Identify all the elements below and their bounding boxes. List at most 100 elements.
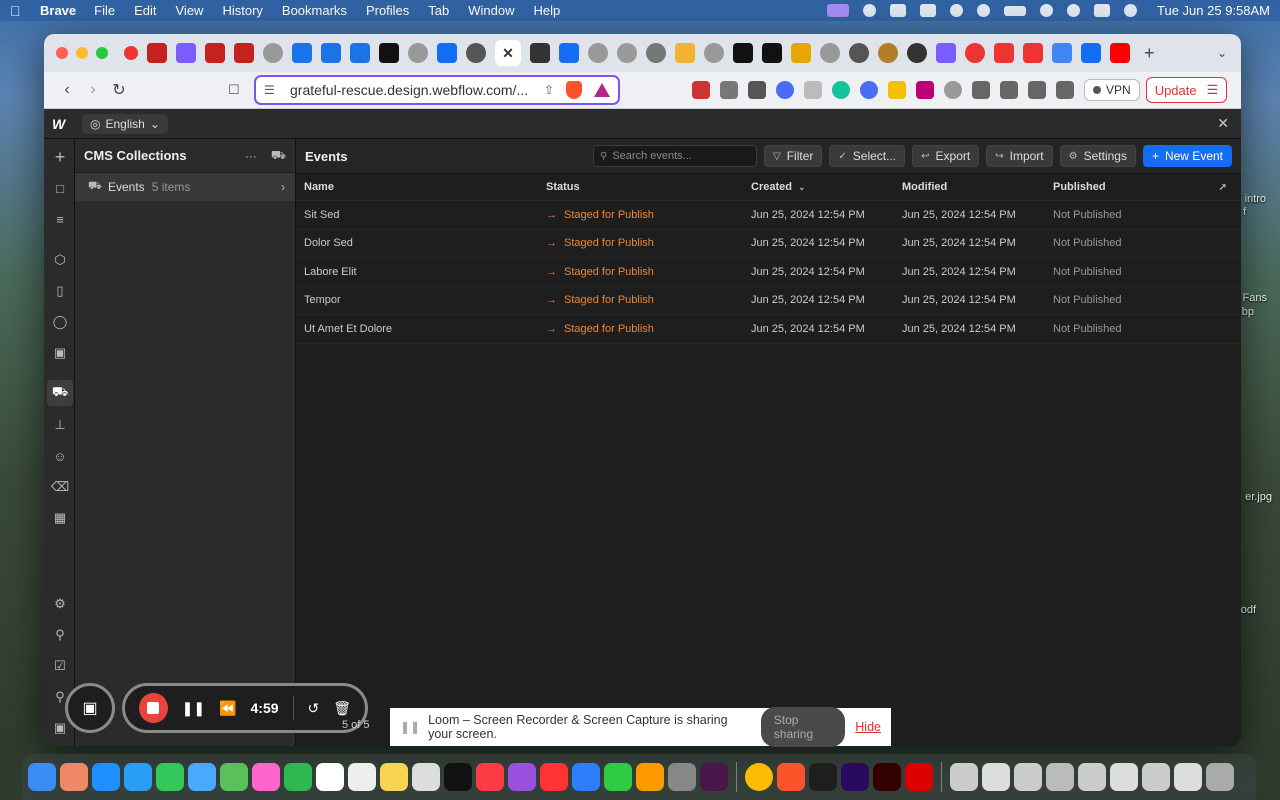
tab-docs-icon[interactable] (1052, 43, 1072, 63)
filter-button[interactable]: ▽ Filter (764, 145, 823, 167)
tab-sk-icon[interactable] (1023, 43, 1043, 63)
logic-icon[interactable]: ⊥ (52, 417, 68, 433)
search-events-box[interactable]: ⚲ (593, 145, 758, 167)
music-icon[interactable] (476, 763, 504, 791)
spotlight-search-icon[interactable] (1067, 4, 1081, 17)
stop-recording-button[interactable] (139, 693, 168, 723)
tab-chatgpt-icon[interactable] (588, 43, 608, 63)
tab-s-icon[interactable] (936, 43, 956, 63)
finder-icon[interactable] (28, 763, 56, 791)
bookmark-icon[interactable]: ☐ (228, 82, 242, 98)
desktop-file-label[interactable]: f (1243, 206, 1246, 218)
extension-icon[interactable] (720, 81, 738, 99)
control-center-icon[interactable] (1094, 4, 1111, 17)
tab-openai-icon[interactable] (646, 43, 666, 63)
close-panel-icon[interactable]: ✕ (1217, 115, 1229, 132)
column-header-created[interactable]: Created ⌄ (751, 181, 902, 193)
export-button[interactable]: ↩ Export (912, 145, 980, 167)
new-event-button[interactable]: + New Event (1142, 145, 1232, 167)
keynote-icon[interactable] (572, 763, 600, 791)
webflow-logo-icon[interactable]: W (52, 116, 70, 132)
system-settings-icon[interactable] (668, 763, 696, 791)
extension-icon[interactable] (748, 81, 766, 99)
close-window-button[interactable] (56, 47, 68, 59)
tab-site-icon[interactable] (965, 43, 985, 63)
settings-icon[interactable]: ⚙ (52, 596, 68, 612)
recent-file-icon[interactable] (982, 763, 1010, 791)
chrome-icon[interactable] (745, 763, 773, 791)
variables-icon[interactable]: ◯ (52, 314, 68, 330)
menu-view[interactable]: View (176, 3, 204, 18)
menu-help[interactable]: Help (534, 3, 561, 18)
apple-tv-icon[interactable] (444, 763, 472, 791)
tab-chatgpt-icon[interactable] (408, 43, 428, 63)
recent-file-icon[interactable] (1110, 763, 1138, 791)
hide-banner-link[interactable]: Hide (855, 720, 881, 734)
wallet-icon[interactable] (1056, 81, 1074, 99)
column-header-name[interactable]: Name (296, 181, 546, 193)
menu-tab[interactable]: Tab (428, 3, 449, 18)
tab-calendar-icon[interactable] (321, 43, 341, 63)
share-icon[interactable]: ⇧ (544, 83, 554, 97)
table-row[interactable]: Sit Sed → Staged for Publish Jun 25, 2024 1… (296, 201, 1241, 230)
photos-icon[interactable] (252, 763, 280, 791)
sidebar-icon[interactable] (1028, 81, 1046, 99)
tab-gmail-icon[interactable] (234, 43, 254, 63)
drag-handle-icon[interactable]: ❚❚ (400, 720, 420, 734)
calendar-icon[interactable] (316, 763, 344, 791)
media-icon[interactable] (1000, 81, 1018, 99)
cell-name[interactable]: Ut Amet Et Dolore (296, 323, 546, 335)
table-row[interactable]: Ut Amet Et Dolore → Staged for Publish Jun … (296, 315, 1241, 344)
pause-icon[interactable]: ❚❚ (182, 700, 205, 717)
tab-webflow-icon[interactable] (559, 43, 579, 63)
illustrator-icon[interactable] (873, 763, 901, 791)
tab-notion-icon[interactable] (733, 43, 753, 63)
extension-icon[interactable] (944, 81, 962, 99)
podcasts-icon[interactable] (508, 763, 536, 791)
users-icon[interactable]: ☺ (52, 448, 68, 464)
tab-globe-icon[interactable] (466, 43, 486, 63)
tab-chatgpt-icon[interactable] (617, 43, 637, 63)
checklist-icon[interactable]: ☑ (52, 658, 68, 674)
stop-sharing-button[interactable]: Stop sharing (760, 707, 846, 747)
cell-name[interactable]: Labore Elit (296, 266, 546, 278)
loom-camera-button[interactable]: ▣ (65, 683, 115, 733)
menubar-clock[interactable]: Tue Jun 25 9:58AM (1157, 3, 1270, 18)
messages-icon[interactable] (156, 763, 184, 791)
tab-calendar-icon[interactable] (350, 43, 370, 63)
notes-icon[interactable] (380, 763, 408, 791)
site-settings-icon[interactable]: ☰ (264, 83, 282, 97)
new-tab-icon[interactable]: + (1144, 43, 1155, 64)
collection-item-events[interactable]: ⛟ Events 5 items › (75, 173, 295, 201)
assets-icon[interactable]: ▣ (52, 345, 68, 361)
pages-icon[interactable]: □ (52, 180, 68, 196)
video-icon[interactable]: ▣ (52, 720, 68, 736)
creative-cloud-icon[interactable] (950, 4, 964, 17)
tab-chatgpt-icon[interactable] (263, 43, 283, 63)
extension-icon[interactable] (916, 81, 934, 99)
vpn-button[interactable]: VPN (1084, 79, 1140, 101)
navigator-icon[interactable]: ≡ (52, 211, 68, 227)
play-icon[interactable] (977, 4, 991, 17)
freeform-icon[interactable] (412, 763, 440, 791)
desktop-file-label[interactable]: Fans (1243, 292, 1267, 304)
cell-name[interactable]: Tempor (296, 294, 546, 306)
slack-icon[interactable] (700, 763, 728, 791)
rewind-icon[interactable]: ⏪ (219, 700, 236, 717)
tab-calendar-icon[interactable] (292, 43, 312, 63)
acrobat-icon[interactable] (905, 763, 933, 791)
menu-bookmarks[interactable]: Bookmarks (282, 3, 347, 18)
select-button[interactable]: ✓ Select... (829, 145, 906, 167)
brave-rewards-icon[interactable] (594, 83, 610, 97)
iphone-mirroring-icon[interactable] (950, 763, 978, 791)
figma-icon[interactable] (809, 763, 837, 791)
apps-icon[interactable]: ▦ (52, 510, 68, 526)
reload-icon[interactable]: ↻ (106, 80, 132, 100)
cell-name[interactable]: Dolor Sed (296, 237, 546, 249)
menu-file[interactable]: File (94, 3, 115, 18)
trash-icon[interactable] (1206, 763, 1234, 791)
recent-file-icon[interactable] (1046, 763, 1074, 791)
tab-site-icon[interactable] (878, 43, 898, 63)
extension-icon[interactable] (776, 81, 794, 99)
tab-hand-icon[interactable] (675, 43, 695, 63)
